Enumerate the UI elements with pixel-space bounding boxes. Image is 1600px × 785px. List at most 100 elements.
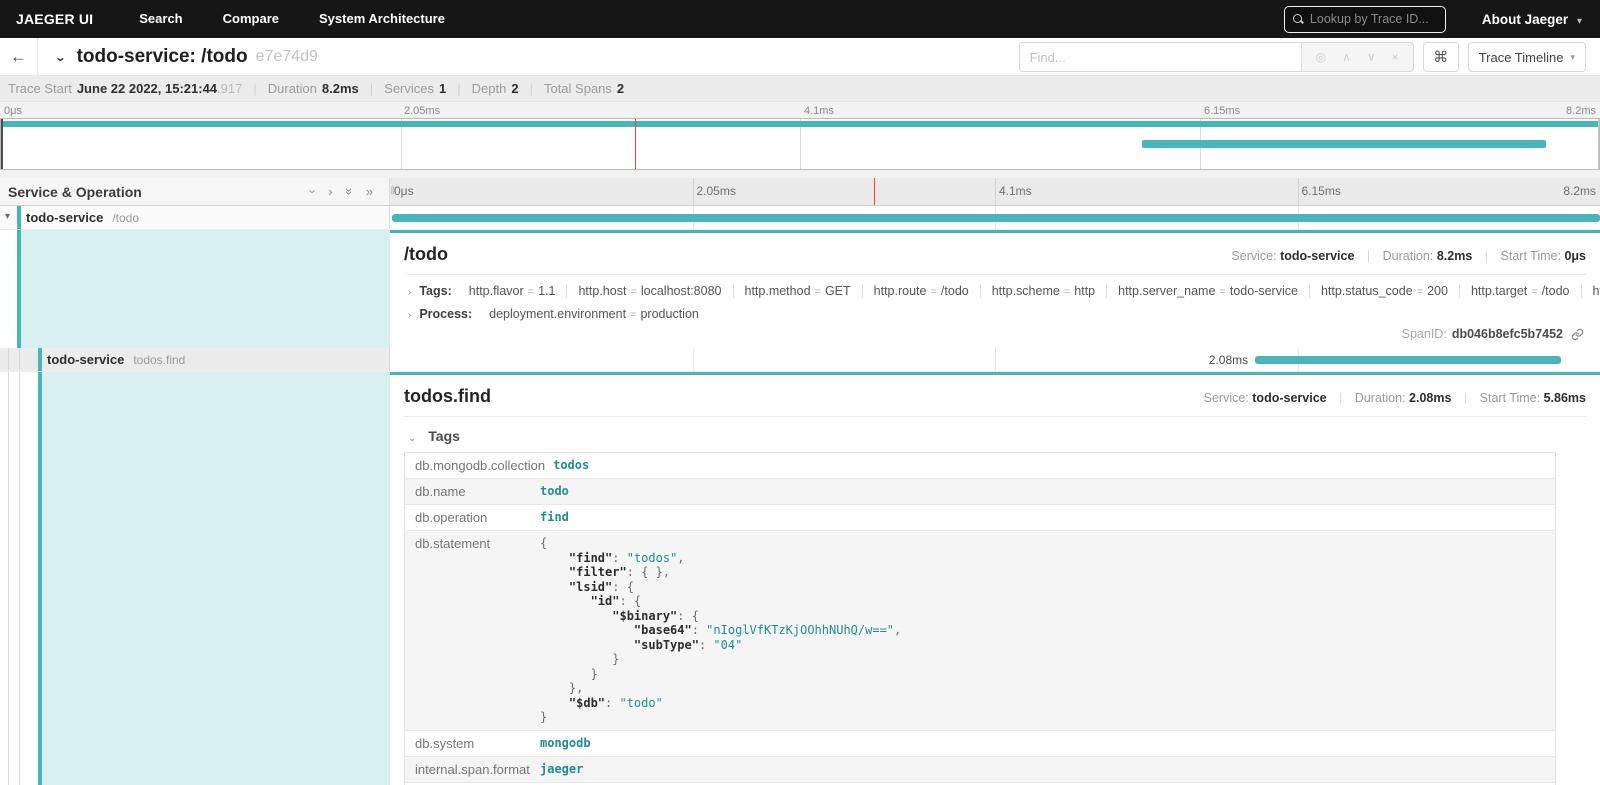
span-detail-todo: /todo Service: todo-service | Duration: … <box>0 230 1600 348</box>
trace-id-short: e7e74d9 <box>256 48 318 66</box>
services-label: Services <box>384 81 434 96</box>
chevron-down-icon: ▾ <box>1577 16 1582 27</box>
find-input[interactable] <box>1019 42 1302 72</box>
find-buttons: ◎ ∧ ∨ × <box>1302 42 1414 72</box>
span-track-todos-find[interactable]: 2.08ms <box>390 348 1600 371</box>
span-row-todos-find: todo-service todos.find 2.08ms <box>0 348 1600 372</box>
span-color-bar <box>17 206 21 229</box>
collapse-one-icon[interactable]: › <box>307 189 320 193</box>
detail-duration: 2.08ms <box>1409 391 1451 405</box>
expand-all-icon[interactable]: » <box>366 185 373 198</box>
span-row-todo: ▾ todo-service /todo <box>0 206 1600 230</box>
chevron-right-icon: › <box>408 287 411 298</box>
services-value: 1 <box>439 81 446 96</box>
tag-row-db-statement: db.statement { "find": "todos", "filter"… <box>405 530 1555 730</box>
trace-view-select[interactable]: Trace Timeline ▾ <box>1468 42 1586 72</box>
trace-info-bar: Trace Start June 22 2022, 15:21:44.917 |… <box>0 76 1600 102</box>
tag-pill: http.status_code=200 <box>1310 284 1460 298</box>
tag-row: db.system mongodb <box>405 730 1555 756</box>
tag-pill: http.flavor=1.1 <box>458 284 568 298</box>
jaeger-trace-page: JAEGER UI Search Compare System Architec… <box>0 0 1600 785</box>
top-navbar: JAEGER UI Search Compare System Architec… <box>0 0 1600 38</box>
span-duration-label: 2.08ms <box>1209 353 1255 367</box>
span-track-todo[interactable] <box>390 206 1600 229</box>
command-icon: ⌘ <box>1433 48 1448 66</box>
nav-item-search[interactable]: Search <box>119 0 202 38</box>
collapse-trace-chevron-icon[interactable]: ⌄ <box>54 49 67 63</box>
back-button[interactable]: ← <box>0 38 38 76</box>
span-detail-todos-find-panel: todos.find Service: todo-service | Durat… <box>390 372 1600 785</box>
minimap-tick-labels: 0μs 2.05ms 4.1ms 6.15ms 8.2ms <box>0 104 1600 118</box>
find-prev-icon[interactable]: ∧ <box>1334 50 1359 64</box>
span-name-todo[interactable]: ▾ todo-service /todo <box>0 206 390 229</box>
find-next-icon[interactable]: ∨ <box>1359 50 1384 64</box>
collapse-span-chevron-icon[interactable]: ▾ <box>5 211 10 222</box>
service-operation-header: Service & Operation › › » » ‖ <box>0 178 390 205</box>
chevron-down-icon: ▾ <box>1570 52 1575 63</box>
detail-duration: 8.2ms <box>1437 249 1472 263</box>
back-arrow-icon: ← <box>10 47 27 67</box>
tag-row: net.peer.name localhost <box>405 782 1555 785</box>
ruler-ticks: 0μs 2.05ms 4.1ms 6.15ms 8.2ms <box>390 178 1600 205</box>
spanid-label: SpanID: <box>1402 327 1447 341</box>
duration-value: 8.2ms <box>322 81 359 96</box>
tag-pill: http.target=/todo <box>1460 284 1582 298</box>
minimap-tick: 4.1ms <box>804 105 834 117</box>
find-clear-icon[interactable]: × <box>1384 50 1407 64</box>
detail-start-time: 5.86ms <box>1544 391 1586 405</box>
db-statement-json: { "find": "todos", "filter": { }, "lsid"… <box>540 536 1547 725</box>
nav-item-compare[interactable]: Compare <box>203 0 299 38</box>
tags-table: db.mongodb.collection todos db.name todo… <box>404 452 1556 785</box>
span-detail-todo-gutter <box>0 230 390 348</box>
minimap-tick: 2.05ms <box>404 105 440 117</box>
topnav-right: About Jaeger ▾ <box>1284 6 1600 33</box>
span-bar-todos-find[interactable] <box>1255 356 1561 364</box>
column-resizer-handle[interactable]: ‖ <box>390 185 394 197</box>
spanid-value: db046b8efc5b7452 <box>1452 327 1563 341</box>
minimap-right-drag-handle[interactable] <box>1598 119 1599 169</box>
jaeger-logo[interactable]: JAEGER UI <box>16 11 93 27</box>
ruler-tick-label: 2.05ms <box>697 184 736 198</box>
service-operation-label: Service & Operation <box>8 184 142 200</box>
tag-pill: http.route=/todo <box>863 284 981 298</box>
detail-service: todo-service <box>1280 249 1354 263</box>
timeline-ruler: Service & Operation › › » » ‖ 0μs 2.05ms… <box>0 178 1600 206</box>
deep-link-icon[interactable] <box>1571 328 1584 341</box>
trace-header: ← ⌄ todo-service: /todo e7e74d9 ◎ ∧ ∨ × … <box>0 38 1600 76</box>
tags-section-toggle[interactable]: ⌄ Tags <box>404 428 1586 444</box>
todo-tags-pills: http.flavor=1.1http.host=localhost:8080h… <box>458 284 1600 298</box>
ruler-tick-label: 8.2ms <box>1563 184 1596 198</box>
span-name-todos-find[interactable]: todo-service todos.find <box>0 348 390 371</box>
find-scope-icon[interactable]: ◎ <box>1308 50 1334 64</box>
ruler-tick-label: 6.15ms <box>1302 184 1341 198</box>
total-spans-value: 2 <box>617 81 624 96</box>
span-bar-todo[interactable] <box>392 214 1600 222</box>
trace-start-label: Trace Start <box>8 81 72 96</box>
minimap-tick: 8.2ms <box>1566 105 1596 117</box>
collapse-all-icon[interactable]: » <box>343 188 356 195</box>
depth-label: Depth <box>472 81 507 96</box>
tag-pill: http.scheme=http <box>981 284 1107 298</box>
search-icon <box>1293 14 1304 25</box>
about-jaeger-menu[interactable]: About Jaeger ▾ <box>1482 12 1582 27</box>
trace-lookup-input[interactable] <box>1310 12 1437 26</box>
tag-pill: http.server_name=todo-service <box>1107 284 1310 298</box>
minimap-canvas[interactable] <box>0 118 1600 170</box>
tags-summary-row[interactable]: › Tags: http.flavor=1.1http.host=localho… <box>404 284 1586 298</box>
duration-label: Duration <box>268 81 317 96</box>
ruler-tick-label: 0μs <box>394 184 414 198</box>
minimap-left-drag-handle[interactable] <box>1 119 3 169</box>
expand-one-icon[interactable]: › <box>328 185 332 198</box>
tag-row: internal.span.format jaeger <box>405 756 1555 782</box>
trace-lookup-box[interactable] <box>1284 6 1446 33</box>
process-summary-row[interactable]: › Process: deployment.environment=produc… <box>404 307 1586 321</box>
tag-pill: http.method=GET <box>734 284 863 298</box>
trace-start-value: June 22 2022, 15:21:44 <box>77 81 217 96</box>
tag-pill: http.host=localhost:8080 <box>567 284 733 298</box>
span-detail-title: /todo <box>404 244 448 265</box>
nav-item-system-architecture[interactable]: System Architecture <box>299 0 465 38</box>
keyboard-shortcuts-button[interactable]: ⌘ <box>1423 42 1459 72</box>
span-detail-todos-find-gutter <box>0 372 390 785</box>
detail-service: todo-service <box>1252 391 1326 405</box>
chevron-down-icon: ⌄ <box>408 433 416 444</box>
